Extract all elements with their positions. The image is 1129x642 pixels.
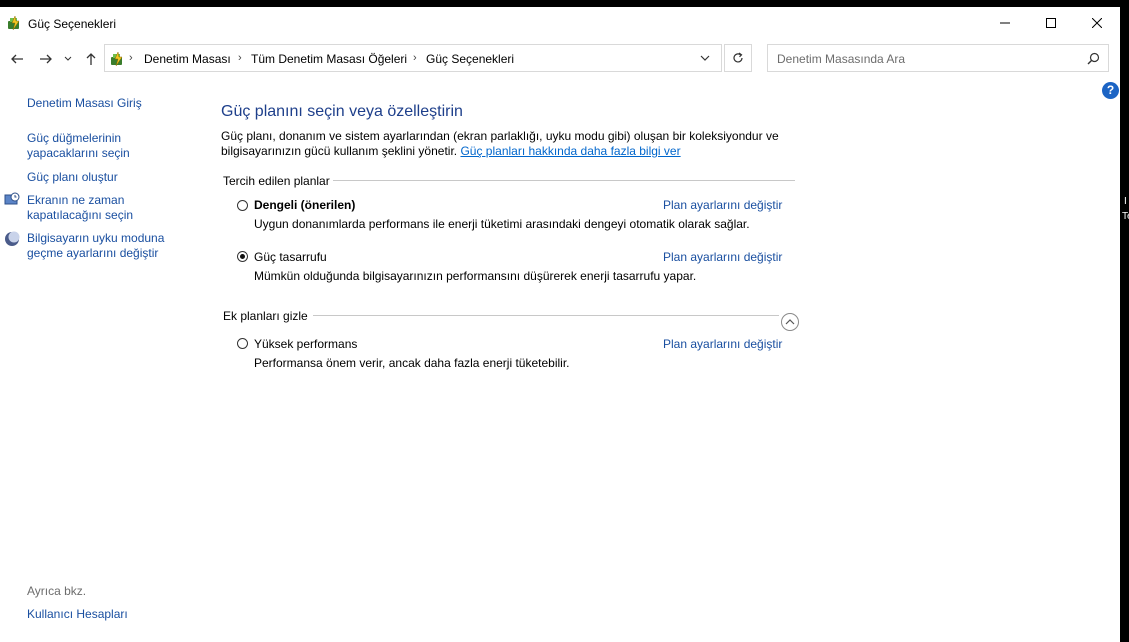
search-icon[interactable] [1087,52,1100,65]
plan-power-saver-change-link[interactable]: Plan ayarlarını değiştir [663,250,782,264]
chevron-up-icon [785,319,795,325]
back-button[interactable] [8,50,26,68]
minimize-icon [1000,22,1010,24]
up-button[interactable] [82,50,100,68]
see-also-label: Ayrıca bkz. [27,584,87,598]
arrow-up-icon [86,53,96,65]
sidebar-item-home[interactable]: Denetim Masası Giriş [27,96,142,111]
refresh-icon [733,52,743,63]
sidebar-item-display-off[interactable]: Ekranın ne zaman kapatılacağını seçin [27,193,157,223]
learn-more-link[interactable]: Güç planları hakkında daha fazla bilgi v… [460,144,680,158]
power-options-icon [8,15,20,31]
maximize-button[interactable] [1028,7,1074,39]
recent-locations-button[interactable] [62,50,74,68]
close-button[interactable] [1074,7,1120,39]
intro-text: Güç planı, donanım ve sistem ayarlarında… [221,129,801,159]
display-clock-icon [4,192,20,205]
arrow-right-icon [40,54,52,64]
minimize-button[interactable] [982,7,1028,39]
moon-sleep-icon [5,231,20,246]
chevron-right-icon: › [413,52,417,64]
search-input[interactable]: Denetim Masasında Ara [777,52,905,66]
maximize-icon [1046,18,1056,28]
breadcrumb-all-items[interactable]: Tüm Denetim Masası Öğeleri [251,52,407,66]
chevron-down-icon [64,56,72,61]
breadcrumb-control-panel[interactable]: Denetim Masası [144,52,231,66]
close-icon [1092,18,1102,28]
forward-button[interactable] [37,50,55,68]
search-box[interactable]: Denetim Masasında Ara [767,44,1109,72]
plan-high-performance-radio[interactable] [237,338,248,349]
plan-balanced-change-link[interactable]: Plan ayarlarını değiştir [663,198,782,212]
page-title: Güç planını seçin veya özelleştirin [221,103,463,120]
breadcrumb-power-options[interactable]: Güç Seçenekleri [426,52,514,66]
address-bar[interactable]: › Denetim Masası › Tüm Denetim Masası Öğ… [104,44,722,72]
plan-balanced-name[interactable]: Dengeli (önerilen) [254,198,355,212]
plan-high-performance-change-link[interactable]: Plan ayarlarını değiştir [663,337,782,351]
window-title: Güç Seçenekleri [28,17,117,31]
collapse-extra-plans-button[interactable] [781,313,799,331]
sidebar-item-create-plan[interactable]: Güç planı oluştur [27,170,118,185]
plan-power-saver-name[interactable]: Güç tasarrufu [254,250,327,264]
background-text-fragment: I [1124,196,1127,207]
navigation-bar: › Denetim Masası › Tüm Denetim Masası Öğ… [0,44,1120,74]
title-bar: Güç Seçenekleri [0,7,1120,39]
sidebar-item-power-buttons[interactable]: Güç düğmelerinin yapacaklarını seçin [27,131,157,161]
refresh-button[interactable] [724,44,752,72]
extra-plans-heading[interactable]: Ek planları gizle [223,309,308,323]
plan-high-performance-name[interactable]: Yüksek performans [254,337,357,351]
control-panel-icon [111,51,123,67]
plan-balanced-description: Uygun donanımlarda performans ile enerji… [254,217,750,231]
chevron-right-icon: › [129,52,133,64]
arrow-left-icon [11,54,23,64]
help-button[interactable]: ? [1102,82,1119,99]
chevron-down-icon [700,55,710,61]
power-options-window: Güç Seçenekleri › Denetim Masası › Tüm D… [0,7,1120,642]
section-divider [333,180,795,181]
plan-balanced-radio[interactable] [237,200,248,211]
section-divider [313,315,779,316]
plan-high-performance-description: Performansa önem verir, ancak daha fazla… [254,356,570,370]
sidebar-item-user-accounts[interactable]: Kullanıcı Hesapları [27,607,128,622]
plan-power-saver-radio[interactable] [237,251,248,262]
background-text-fragment: Te [1122,211,1129,222]
preferred-plans-heading: Tercih edilen planlar [223,174,330,188]
address-history-button[interactable] [694,44,716,72]
sidebar-item-sleep-settings[interactable]: Bilgisayarın uyku moduna geçme ayarların… [27,231,177,261]
plan-power-saver-description: Mümkün olduğunda bilgisayarınızın perfor… [254,269,697,283]
chevron-right-icon: › [238,52,242,64]
